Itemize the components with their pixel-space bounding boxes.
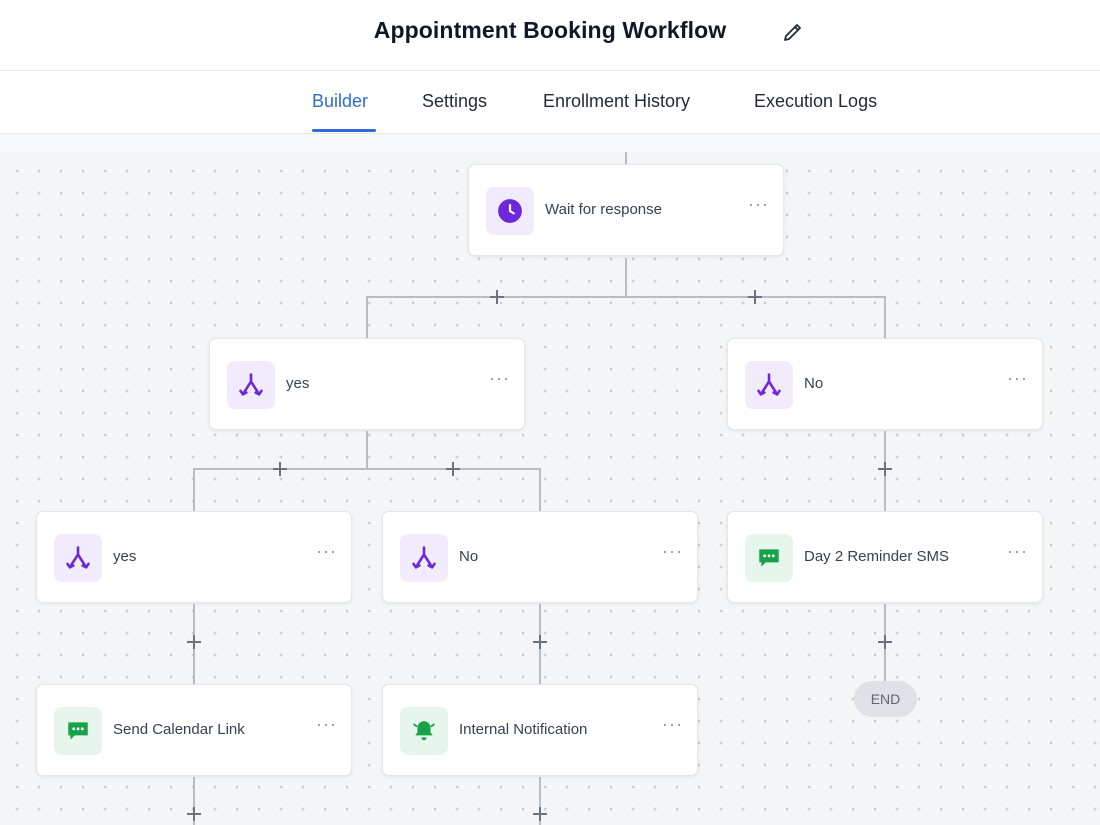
add-step-button[interactable] bbox=[530, 804, 550, 824]
more-options-icon[interactable]: ··· bbox=[1007, 542, 1028, 560]
more-options-icon[interactable]: ··· bbox=[316, 715, 337, 733]
node-label: Internal Notification bbox=[459, 721, 588, 738]
pencil-icon[interactable] bbox=[781, 20, 805, 44]
add-step-button[interactable] bbox=[270, 459, 290, 479]
more-options-icon[interactable]: ··· bbox=[662, 715, 683, 733]
node-label: Day 2 Reminder SMS bbox=[804, 548, 950, 565]
clock-icon bbox=[486, 187, 534, 235]
add-step-button[interactable] bbox=[875, 459, 895, 479]
node-wait-for-response[interactable]: Wait for response ··· bbox=[468, 164, 784, 256]
tab-settings[interactable]: Settings bbox=[422, 91, 487, 112]
branch-icon bbox=[400, 534, 448, 582]
workflow-canvas[interactable]: Wait for response ··· yes ··· No ··· yes… bbox=[0, 152, 1100, 825]
tab-enrollment-history[interactable]: Enrollment History bbox=[543, 91, 690, 112]
add-step-button[interactable] bbox=[530, 632, 550, 652]
workflow-title: Appointment Booking Workflow bbox=[373, 17, 727, 43]
more-options-icon[interactable]: ··· bbox=[316, 542, 337, 560]
tab-bar: Builder Settings Enrollment History Exec… bbox=[0, 71, 1100, 134]
node-label: yes bbox=[113, 548, 137, 565]
tab-execution-logs[interactable]: Execution Logs bbox=[754, 91, 877, 112]
header: Appointment Booking Workflow bbox=[0, 0, 1100, 71]
add-step-button[interactable] bbox=[443, 459, 463, 479]
node-branch-yes[interactable]: yes ··· bbox=[36, 511, 352, 603]
add-step-button[interactable] bbox=[487, 287, 507, 307]
add-step-button[interactable] bbox=[875, 632, 895, 652]
active-tab-indicator bbox=[312, 129, 376, 132]
node-branch-no[interactable]: No ··· bbox=[727, 338, 1043, 430]
sms-icon bbox=[745, 534, 793, 582]
node-label: No bbox=[804, 375, 824, 392]
node-label: Wait for response bbox=[545, 201, 662, 218]
node-branch-no[interactable]: No ··· bbox=[382, 511, 698, 603]
end-marker: END bbox=[854, 681, 917, 717]
branch-icon bbox=[227, 361, 275, 409]
sms-icon bbox=[54, 707, 102, 755]
tab-builder[interactable]: Builder bbox=[312, 91, 368, 112]
node-send-calendar-link[interactable]: Send Calendar Link ··· bbox=[36, 684, 352, 776]
branch-icon bbox=[54, 534, 102, 582]
branch-icon bbox=[745, 361, 793, 409]
add-step-button[interactable] bbox=[745, 287, 765, 307]
more-options-icon[interactable]: ··· bbox=[1007, 369, 1028, 387]
node-label: No bbox=[459, 548, 479, 565]
node-day-2-reminder-sms[interactable]: Day 2 Reminder SMS ··· bbox=[727, 511, 1043, 603]
node-label: Send Calendar Link bbox=[113, 721, 245, 738]
canvas-gap bbox=[0, 134, 1100, 152]
add-step-button[interactable] bbox=[184, 804, 204, 824]
add-step-button[interactable] bbox=[184, 632, 204, 652]
more-options-icon[interactable]: ··· bbox=[489, 369, 510, 387]
bell-icon bbox=[400, 707, 448, 755]
more-options-icon[interactable]: ··· bbox=[748, 195, 769, 213]
node-branch-yes[interactable]: yes ··· bbox=[209, 338, 525, 430]
more-options-icon[interactable]: ··· bbox=[662, 542, 683, 560]
node-internal-notification[interactable]: Internal Notification ··· bbox=[382, 684, 698, 776]
node-label: yes bbox=[286, 375, 310, 392]
